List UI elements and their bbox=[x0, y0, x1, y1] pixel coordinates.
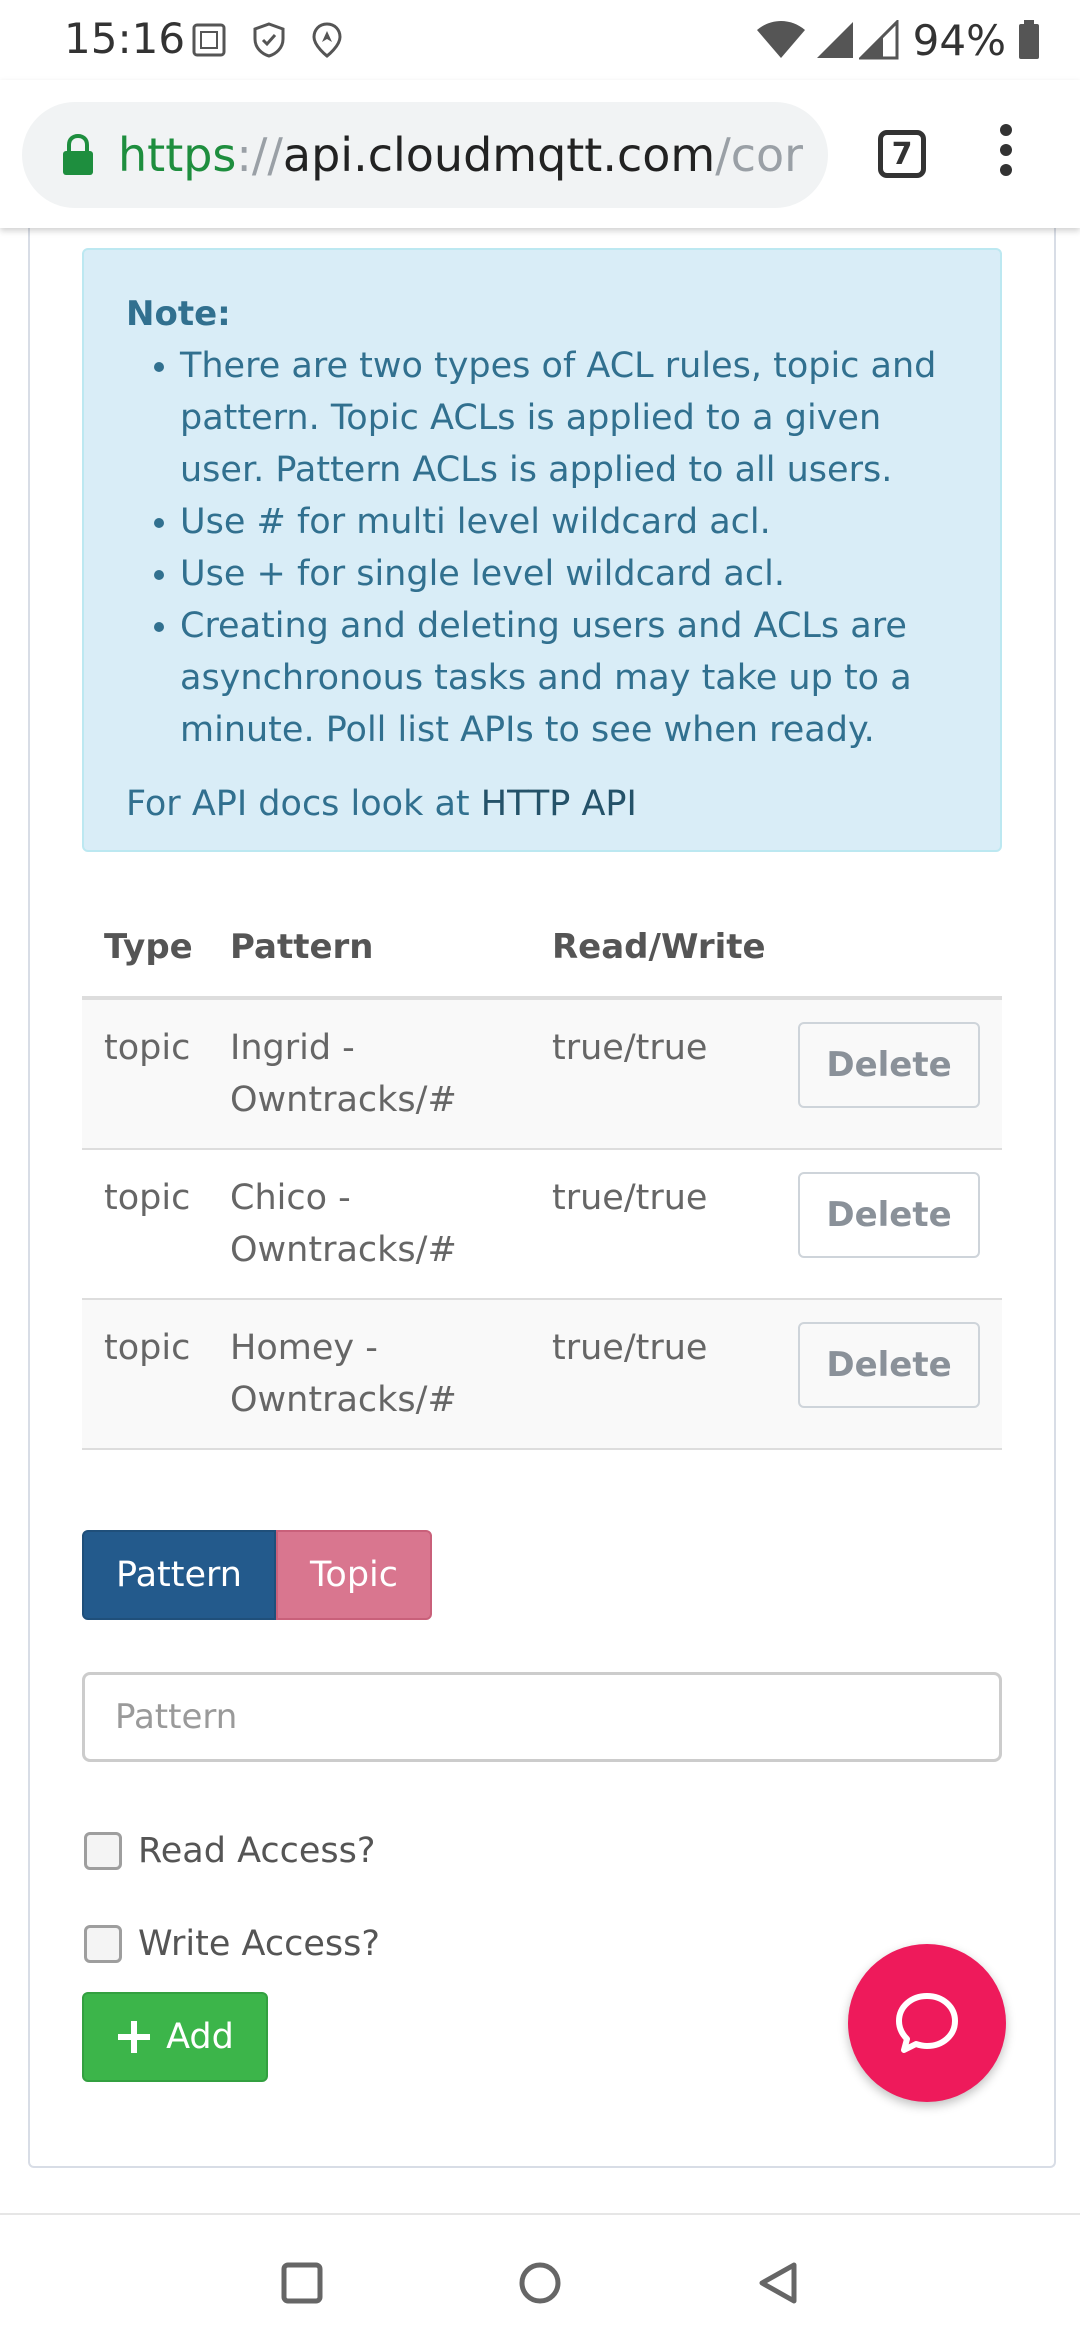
note-title: Note: bbox=[126, 294, 231, 334]
row-pattern-line: Owntracks/# bbox=[230, 1380, 457, 1420]
add-button-label: Add bbox=[166, 2017, 234, 2057]
browser-toolbar: https://api.cloudmqtt.com/cor 7 bbox=[0, 80, 1080, 228]
table-header-row: Type Pattern Read/Write bbox=[82, 898, 1002, 1000]
row-pattern-line: Chico - bbox=[230, 1178, 351, 1218]
address-bar[interactable]: https://api.cloudmqtt.com/cor bbox=[22, 102, 828, 208]
row-pattern-line: Owntracks/# bbox=[230, 1080, 457, 1120]
note-list: There are two types of ACL rules, topic … bbox=[154, 340, 960, 756]
delete-button[interactable]: Delete bbox=[798, 1322, 980, 1408]
signal-icon bbox=[816, 22, 853, 58]
status-time: 15:16 bbox=[64, 14, 186, 63]
chat-bubble-button[interactable] bbox=[848, 1944, 1006, 2102]
row-pattern-line: Ingrid - bbox=[230, 1028, 355, 1068]
header-type: Type bbox=[82, 898, 208, 1000]
acl-card: Note: There are two types of ACL rules, … bbox=[28, 228, 1056, 2168]
note-item: Use # for multi level wildcard acl. bbox=[154, 496, 960, 548]
table-row: topic Chico - Owntracks/# true/true Delet… bbox=[82, 1149, 1002, 1300]
read-access-label[interactable]: Read Access? bbox=[138, 1831, 375, 1871]
pattern-input[interactable] bbox=[82, 1672, 1002, 1762]
row-read-write: true/true bbox=[530, 1299, 776, 1450]
row-actions: Delete bbox=[776, 1299, 1002, 1450]
row-type: topic bbox=[82, 998, 208, 1150]
row-pattern-line: Owntracks/# bbox=[230, 1230, 457, 1270]
status-bar: 15:16 94% bbox=[0, 0, 1080, 80]
url-scheme: https bbox=[118, 128, 237, 182]
acl-type-toggle: Pattern Topic bbox=[82, 1530, 432, 1620]
battery-icon bbox=[1019, 20, 1039, 59]
plus-icon bbox=[118, 2021, 151, 2053]
page-content: Note: There are two types of ACL rules, … bbox=[0, 228, 1080, 2213]
table-row: topic Homey - Owntracks/# true/true Delet… bbox=[82, 1299, 1002, 1450]
row-read-write: true/true bbox=[530, 1149, 776, 1300]
url-separator: :// bbox=[236, 128, 283, 182]
delete-button[interactable]: Delete bbox=[798, 1172, 980, 1258]
note-item: Use + for single level wildcard acl. bbox=[154, 548, 960, 600]
shield-icon bbox=[253, 22, 285, 58]
row-pattern-line: Homey - bbox=[230, 1328, 378, 1368]
api-docs-text: For API docs look at bbox=[126, 784, 481, 824]
http-api-link[interactable]: HTTP API bbox=[481, 784, 637, 824]
row-read-write: true/true bbox=[530, 998, 776, 1150]
status-right: 94% bbox=[755, 14, 1040, 66]
overflow-menu-icon[interactable] bbox=[994, 124, 1018, 188]
add-button[interactable]: Add bbox=[82, 1992, 268, 2082]
url-text: https://api.cloudmqtt.com/cor bbox=[118, 128, 803, 182]
api-docs-line: For API docs look at HTTP API bbox=[126, 778, 637, 830]
pattern-toggle-button[interactable]: Pattern bbox=[82, 1530, 276, 1620]
write-access-checkbox[interactable] bbox=[84, 1925, 122, 1963]
acl-table: Type Pattern Read/Write topic Ingrid - Ow… bbox=[82, 898, 1002, 1450]
url-host: api.cloudmqtt.com bbox=[282, 128, 716, 182]
table-row: topic Ingrid - Owntracks/# true/true Dele… bbox=[82, 998, 1002, 1150]
delete-button[interactable]: Delete bbox=[798, 1022, 980, 1108]
recents-icon[interactable] bbox=[280, 2261, 324, 2305]
read-access-row: Read Access? bbox=[84, 1826, 375, 1876]
location-icon bbox=[312, 22, 342, 58]
battery-percent: 94% bbox=[912, 15, 1006, 65]
note-item: There are two types of ACL rules, topic … bbox=[154, 340, 960, 496]
row-type: topic bbox=[82, 1299, 208, 1450]
write-access-row: Write Access? bbox=[84, 1919, 380, 1969]
wifi-icon bbox=[756, 21, 805, 58]
header-read-write: Read/Write bbox=[530, 898, 776, 1000]
signal-secondary-icon bbox=[858, 20, 899, 60]
system-nav-bar bbox=[0, 2213, 1080, 2340]
header-actions bbox=[776, 898, 1002, 1000]
note-box: Note: There are two types of ACL rules, … bbox=[82, 248, 1002, 852]
chat-icon bbox=[896, 1993, 958, 2053]
row-actions: Delete bbox=[776, 1149, 1002, 1300]
topic-toggle-button[interactable]: Topic bbox=[276, 1530, 432, 1620]
read-access-checkbox[interactable] bbox=[84, 1832, 122, 1870]
row-pattern: Homey - Owntracks/# bbox=[208, 1299, 530, 1450]
header-pattern: Pattern bbox=[208, 898, 530, 1000]
back-icon[interactable] bbox=[756, 2261, 800, 2305]
row-pattern: Chico - Owntracks/# bbox=[208, 1149, 530, 1300]
tab-switcher-button[interactable]: 7 bbox=[878, 130, 926, 178]
nfc-icon bbox=[192, 23, 226, 57]
home-icon[interactable] bbox=[518, 2261, 562, 2305]
row-actions: Delete bbox=[776, 998, 1002, 1150]
lock-icon bbox=[63, 133, 93, 175]
note-item: Creating and deleting users and ACLs are… bbox=[154, 600, 960, 756]
row-pattern: Ingrid - Owntracks/# bbox=[208, 998, 530, 1150]
row-type: topic bbox=[82, 1149, 208, 1300]
write-access-label[interactable]: Write Access? bbox=[138, 1924, 380, 1964]
url-path: /cor bbox=[715, 128, 804, 182]
